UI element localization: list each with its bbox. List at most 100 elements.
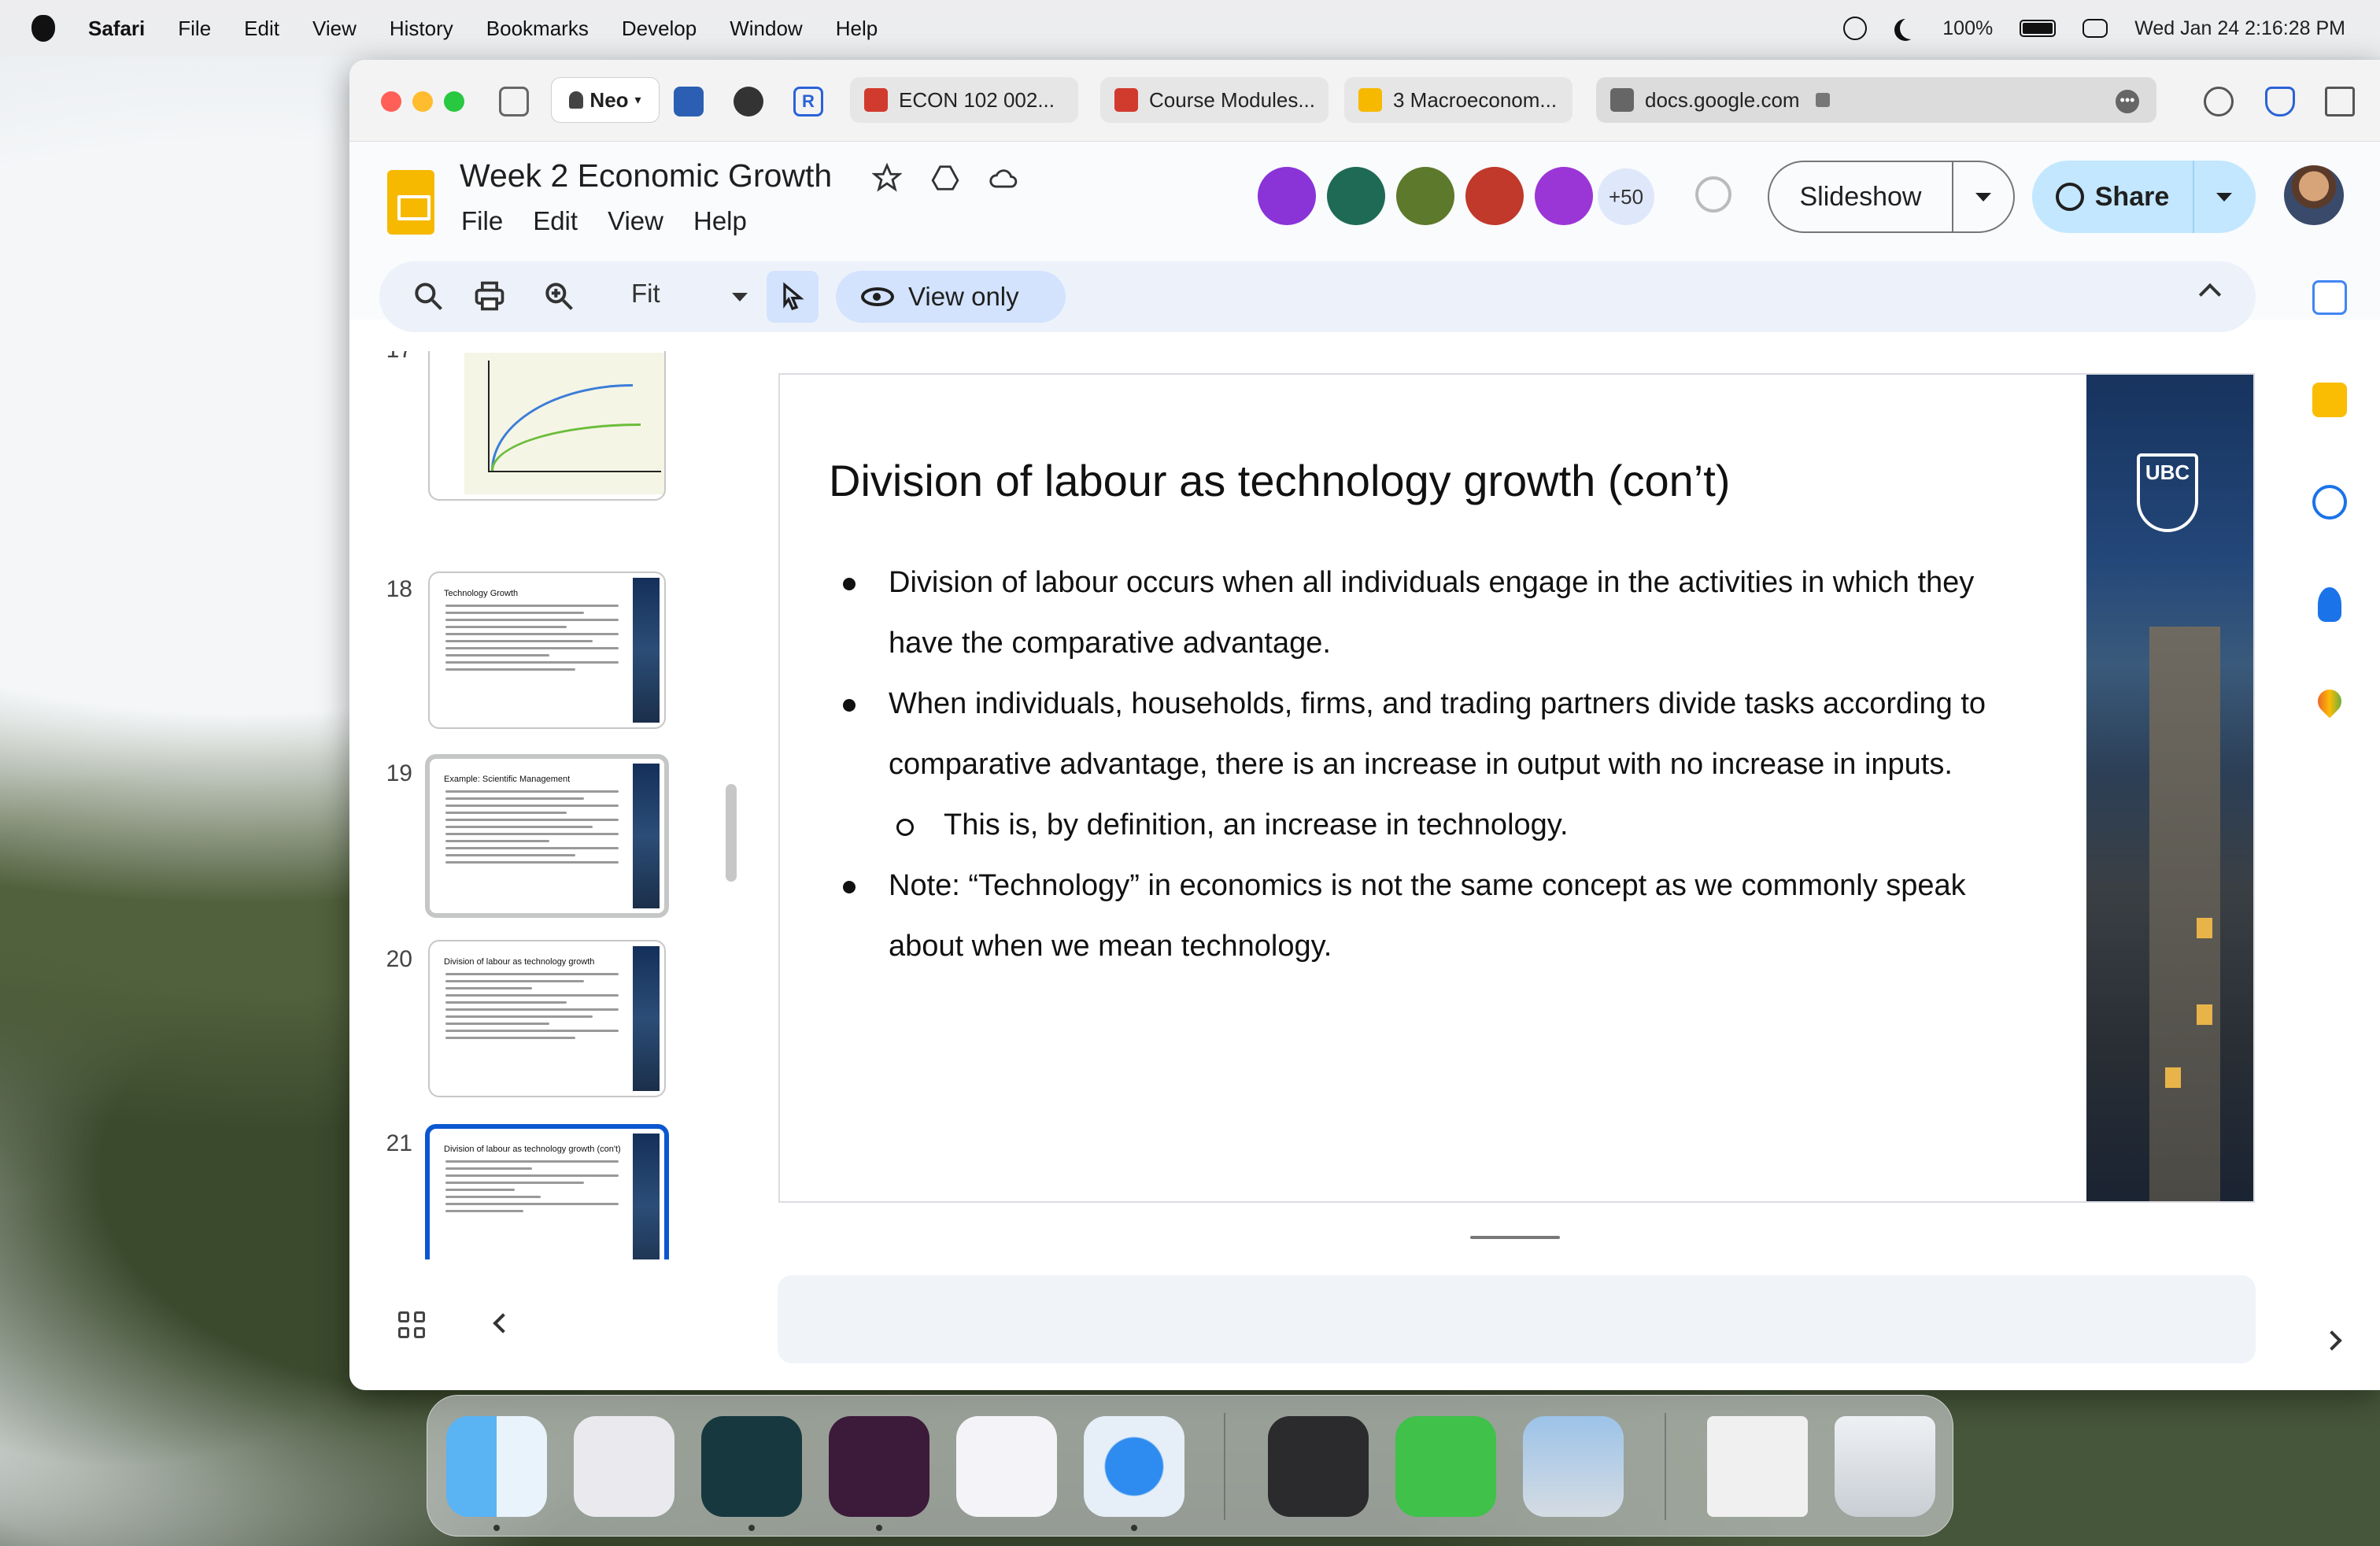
extension-presentation-icon[interactable] <box>674 87 704 117</box>
app-icon[interactable] <box>1268 1416 1369 1517</box>
running-indicator <box>876 1525 882 1531</box>
select-tool-button[interactable] <box>767 271 819 323</box>
share-main[interactable]: Share <box>2032 161 2194 233</box>
chevron-up-icon[interactable] <box>2198 283 2222 306</box>
menu-help[interactable]: Help <box>836 17 878 41</box>
menu-file[interactable]: File <box>178 17 211 41</box>
extension-r-icon[interactable]: R <box>793 87 823 117</box>
battery-icon[interactable] <box>2020 20 2057 37</box>
power-icon[interactable] <box>829 1416 929 1517</box>
clock[interactable]: Wed Jan 24 2:16:28 PM <box>2134 17 2345 40</box>
profile-button[interactable]: Neo ▾ <box>551 77 660 123</box>
slide-thumbnail[interactable]: Example: Scientific Management <box>425 754 669 918</box>
moon-icon[interactable] <box>1900 17 1922 39</box>
slide-canvas[interactable]: Division of labour as technology growth … <box>778 373 2255 1203</box>
docs-menu-view[interactable]: View <box>608 206 663 236</box>
tab-econ[interactable]: ECON 102 002... <box>850 77 1078 123</box>
close-tab-icon[interactable] <box>1610 88 1634 112</box>
preview-icon[interactable] <box>1523 1416 1624 1517</box>
zoom-select[interactable]: Fit <box>631 279 660 309</box>
share-button[interactable]: Share <box>2032 161 2256 233</box>
chevron-down-icon[interactable] <box>2216 192 2232 202</box>
slideshow-label[interactable]: Slideshow <box>1769 162 1953 231</box>
grid-view-icon[interactable] <box>398 1311 425 1338</box>
shield-extension-icon[interactable] <box>2265 87 2295 117</box>
extension-glasses-icon[interactable] <box>734 87 763 117</box>
sidebar-toggle-icon[interactable] <box>499 87 529 117</box>
documents-stack-icon[interactable] <box>1707 1416 1808 1517</box>
keep-icon[interactable] <box>2312 383 2347 417</box>
slide-thumbnail[interactable]: Division of labour as technology growth <box>428 940 666 1097</box>
menu-edit[interactable]: Edit <box>244 17 279 41</box>
zoom-icon[interactable] <box>541 279 576 313</box>
notes-resize-handle[interactable] <box>1470 1236 1560 1239</box>
launchpad-icon[interactable] <box>574 1416 674 1517</box>
more-options-icon[interactable]: ••• <box>2116 90 2139 113</box>
lock-icon <box>1815 93 1830 107</box>
menu-window[interactable]: Window <box>730 17 802 41</box>
history-icon[interactable] <box>1695 176 1731 213</box>
ai-app-icon[interactable] <box>956 1416 1057 1517</box>
slide-thumbnail[interactable]: Technology Growth <box>428 571 666 729</box>
speaker-notes-panel[interactable] <box>778 1275 2256 1363</box>
minimize-window-button[interactable] <box>412 91 433 112</box>
slide-thumbnail-selected[interactable]: Division of labour as technology growth … <box>425 1124 669 1259</box>
maps-icon[interactable] <box>2312 684 2347 719</box>
tab-course-modules[interactable]: Course Modules... <box>1100 77 1329 123</box>
trash-icon[interactable] <box>1835 1416 1935 1517</box>
slide-filmstrip[interactable]: 17 18 Technology Growth 19 Example: Scie… <box>373 351 711 1259</box>
menu-view[interactable]: View <box>312 17 357 41</box>
collapse-filmstrip-icon[interactable] <box>493 1313 513 1333</box>
collaborator-avatar[interactable] <box>1258 167 1316 225</box>
share-icon[interactable] <box>2325 87 2355 117</box>
drive-icon[interactable] <box>930 163 960 193</box>
filmstrip-scrollbar[interactable] <box>726 784 737 882</box>
chevron-down-icon[interactable] <box>1975 192 1991 202</box>
ubc-crest-logo: UBC <box>2137 453 2198 532</box>
menu-develop[interactable]: Develop <box>622 17 697 41</box>
docs-menu-edit[interactable]: Edit <box>533 206 578 236</box>
star-icon[interactable] <box>872 163 902 193</box>
tab-macroeconomics[interactable]: 3 Macroeconom... <box>1344 77 1572 123</box>
menu-bookmarks[interactable]: Bookmarks <box>486 17 589 41</box>
close-window-button[interactable] <box>381 91 401 112</box>
chevron-down-icon[interactable] <box>732 293 748 301</box>
expand-side-panel-icon[interactable] <box>2322 1330 2342 1351</box>
messages-icon[interactable] <box>1395 1416 1496 1517</box>
ubc-favicon-icon <box>864 88 888 112</box>
cloud-icon[interactable] <box>989 163 1018 193</box>
collaborator-avatar[interactable] <box>1396 167 1454 225</box>
more-collaborators-badge[interactable]: +50 <box>1598 168 1654 225</box>
apple-icon[interactable] <box>31 15 55 42</box>
print-icon[interactable] <box>472 279 507 313</box>
safari-icon[interactable] <box>1084 1416 1184 1517</box>
finder-icon[interactable] <box>446 1416 547 1517</box>
calendar-icon[interactable] <box>2312 280 2347 315</box>
menu-history[interactable]: History <box>390 17 453 41</box>
app-icon[interactable] <box>701 1416 802 1517</box>
running-indicator <box>748 1525 755 1531</box>
contacts-icon[interactable] <box>2318 587 2341 622</box>
tab-active-docs[interactable]: docs.google.com ••• <box>1596 77 2156 123</box>
downloads-icon[interactable] <box>2204 87 2234 117</box>
collaborator-avatar[interactable] <box>1465 167 1524 225</box>
view-only-button[interactable]: View only <box>836 271 1066 323</box>
screen-record-icon[interactable] <box>1843 17 1868 40</box>
zoom-window-button[interactable] <box>444 91 464 112</box>
photo-window <box>2165 1067 2181 1088</box>
slide-thumbnail[interactable] <box>428 351 666 501</box>
slideshow-button[interactable]: Slideshow <box>1768 161 2015 233</box>
address-text[interactable]: docs.google.com <box>1645 88 1800 113</box>
slides-logo-icon[interactable] <box>387 170 434 235</box>
docs-menu-file[interactable]: File <box>461 206 503 236</box>
tasks-icon[interactable] <box>2312 485 2347 520</box>
document-title[interactable]: Week 2 Economic Growth <box>460 157 832 194</box>
docs-menu-help[interactable]: Help <box>693 206 747 236</box>
collaborator-avatar[interactable] <box>1327 167 1385 225</box>
account-avatar[interactable] <box>2284 165 2344 225</box>
menu-app-name[interactable]: Safari <box>88 17 145 41</box>
search-icon[interactable] <box>411 279 445 313</box>
collaborator-avatar[interactable] <box>1535 167 1593 225</box>
campus-photo: UBC <box>2086 375 2253 1201</box>
control-center-icon[interactable] <box>2082 19 2108 38</box>
